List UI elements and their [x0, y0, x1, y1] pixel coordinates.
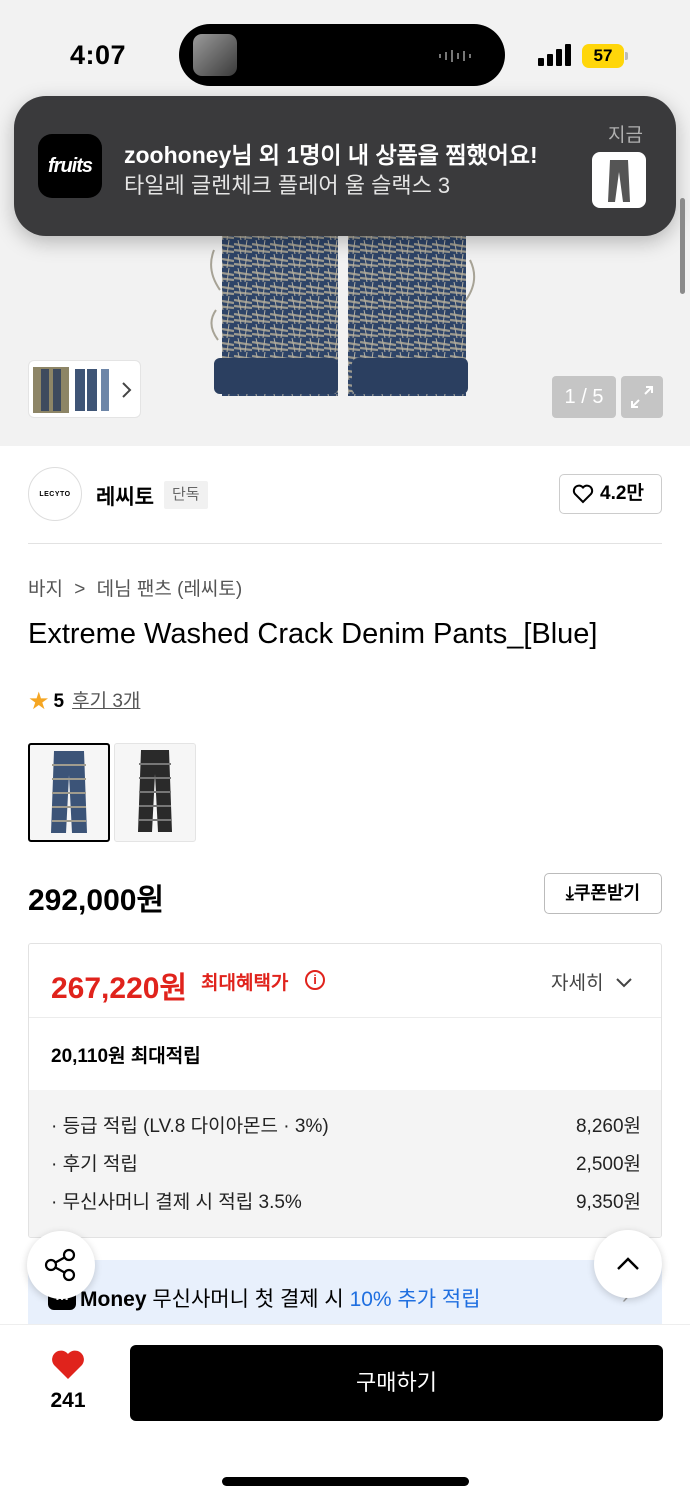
max-benefit-price: 267,220원 [51, 972, 188, 1005]
chevron-up-icon [617, 1257, 639, 1270]
benefit-detail-toggle[interactable]: 자세히 [551, 968, 633, 995]
breadcrumb-subcategory[interactable]: 데님 팬츠 (레씨토) [97, 579, 243, 600]
brand-logo[interactable]: LECYTO [28, 467, 82, 521]
cellular-signal-icon [538, 44, 571, 66]
points-breakdown: · 등급 적립 (LV.8 다이아몬드 · 3%) 8,260원 · 후기 적립… [29, 1090, 661, 1237]
blue-pants-thumbnail [51, 751, 87, 833]
brand-like-button[interactable]: 4.2만 [559, 474, 662, 514]
rating-score: 5 [53, 691, 65, 712]
points-row-label: · 무신사머니 결제 시 적립 3.5% [51, 1192, 302, 1213]
share-icon [44, 1248, 76, 1282]
exclusive-badge: 단독 [164, 481, 208, 509]
dynamic-island[interactable] [179, 24, 505, 86]
expand-gallery-button[interactable] [621, 376, 663, 418]
money-banner-accent: 10% 추가 적립 [349, 1288, 481, 1311]
now-playing-album-art [193, 34, 237, 76]
gallery-page-counter: 1 / 5 [552, 376, 616, 418]
wishlist-button[interactable] [50, 1349, 86, 1386]
breadcrumb-separator: > [74, 579, 86, 600]
fruits-app-icon: fruits [38, 134, 102, 198]
points-row: · 무신사머니 결제 시 적립 3.5% 9,350원 [51, 1187, 641, 1214]
divider [29, 1017, 661, 1018]
chevron-right-icon [122, 382, 132, 398]
chevron-down-icon [616, 978, 632, 988]
star-icon: ★ [28, 688, 50, 715]
divider [28, 543, 662, 544]
download-icon: ⤓ [565, 883, 574, 903]
black-pants-thumbnail [138, 750, 172, 832]
battery-indicator: 57 [582, 44, 624, 68]
heart-outline-icon [572, 484, 594, 504]
musinsa-money-banner[interactable]: M Money 무신사머니 첫 결제 시 10% 추가 적립 › [28, 1260, 662, 1324]
notification-thumbnail [592, 152, 646, 208]
scrollbar[interactable] [680, 198, 685, 294]
detail-label: 자세히 [551, 973, 604, 994]
notification-title: zoohoney님 외 1명이 내 상품을 찜했어요! [124, 142, 538, 168]
points-row-value: 8,260원 [575, 1116, 641, 1137]
home-indicator[interactable] [222, 1477, 469, 1486]
push-notification[interactable]: fruits zoohoney님 외 1명이 내 상품을 찜했어요! 타일레 글… [14, 96, 676, 236]
points-row: · 등급 적립 (LV.8 다이아몬드 · 3%) 8,260원 [51, 1111, 641, 1138]
gallery-thumbnail-strip[interactable] [28, 360, 141, 418]
product-title: Extreme Washed Crack Denim Pants_[Blue] [28, 618, 598, 650]
benefit-panel: 267,220원 최대혜택가 i 자세히 20,110원 최대적립 · 등급 적… [28, 943, 662, 1238]
max-benefit-label: 최대혜택가 [201, 973, 289, 994]
product-price: 292,000원 [28, 884, 165, 917]
expand-icon [631, 386, 653, 408]
money-banner-message: 무신사머니 첫 결제 시 [146, 1288, 350, 1311]
color-option-blue[interactable] [28, 743, 110, 842]
slacks-thumbnail-image [608, 160, 630, 202]
points-row-value: 2,500원 [575, 1154, 641, 1175]
buy-button[interactable]: 구매하기 [130, 1345, 663, 1421]
share-button[interactable] [27, 1231, 95, 1299]
points-row-label: · 등급 적립 (LV.8 다이아몬드 · 3%) [51, 1116, 329, 1137]
status-time: 4:07 [70, 40, 127, 70]
breadcrumb: 바지 > 데님 팬츠 (레씨토) [28, 574, 242, 601]
money-banner-text: Money 무신사머니 첫 결제 시 10% 추가 적립 [80, 1283, 481, 1313]
heart-filled-icon [52, 1350, 84, 1379]
wishlist-count: 241 [50, 1389, 86, 1412]
brand-like-count: 4.2만 [600, 483, 644, 504]
color-option-black[interactable] [114, 743, 196, 842]
max-points: 20,110원 최대적립 [51, 1046, 201, 1067]
notification-body: 타일레 글렌체크 플레어 울 슬랙스 3 [124, 173, 451, 198]
coupon-download-button[interactable]: ⤓쿠폰받기 [544, 873, 662, 914]
points-row-label: · 후기 적립 [51, 1154, 138, 1175]
audio-waveform-icon [439, 50, 471, 62]
notification-time: 지금 [608, 125, 643, 146]
points-row: · 후기 적립 2,500원 [51, 1149, 641, 1176]
coupon-button-label: 쿠폰받기 [573, 883, 641, 903]
battery-tip [625, 52, 628, 60]
info-icon[interactable]: i [305, 970, 325, 990]
points-row-value: 9,350원 [575, 1192, 641, 1213]
breadcrumb-category[interactable]: 바지 [28, 579, 63, 600]
scroll-to-top-button[interactable] [594, 1230, 662, 1298]
brand-name[interactable]: 레씨토 [96, 481, 154, 511]
review-count-link[interactable]: 후기 3개 [72, 691, 140, 712]
product-rating: ★ 5 후기 3개 [28, 686, 140, 716]
